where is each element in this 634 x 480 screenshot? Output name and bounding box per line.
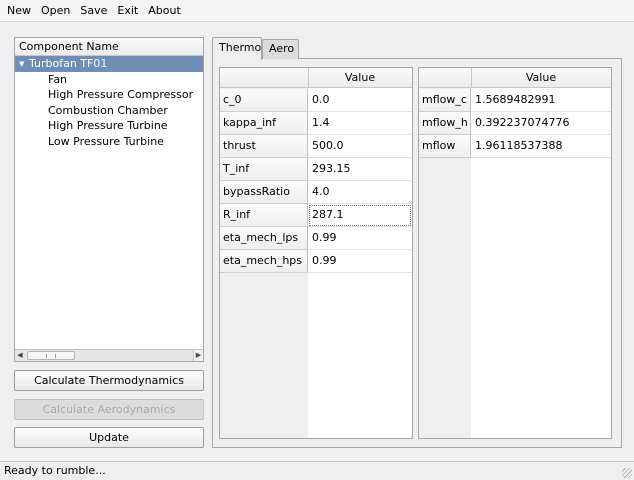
results-table: Value mflow_c 1.5689482991 mflow_h 0.392… <box>418 67 612 439</box>
tree-item-combustion-chamber[interactable]: Combustion Chamber <box>15 103 203 119</box>
row-header[interactable]: mflow_h <box>419 112 471 135</box>
menu-about[interactable]: About <box>148 4 181 17</box>
table-row: thrust 500.0 <box>220 135 412 158</box>
value-cell[interactable]: 1.4 <box>308 112 412 135</box>
tree-item-fan[interactable]: Fan <box>15 72 203 88</box>
menu-open[interactable]: Open <box>41 4 70 17</box>
row-header[interactable]: eta_mech_hps <box>220 250 308 273</box>
value-column-header[interactable]: Value <box>471 68 611 88</box>
calculate-aerodynamics-button: Calculate Aerodynamics <box>14 399 204 420</box>
table-row: kappa_inf 1.4 <box>220 112 412 135</box>
row-header[interactable]: T_inf <box>220 158 308 181</box>
value-cell[interactable]: 1.96118537388 <box>471 135 611 158</box>
status-bar: Ready to rumble... <box>0 461 634 480</box>
table-header: Value <box>419 68 611 88</box>
row-header[interactable]: kappa_inf <box>220 112 308 135</box>
value-cell[interactable]: 0.99 <box>308 227 412 250</box>
table-row: c_0 0.0 <box>220 89 412 112</box>
value-cell[interactable]: 0.392237074776 <box>471 112 611 135</box>
row-header[interactable]: eta_mech_lps <box>220 227 308 250</box>
table-row: eta_mech_lps 0.99 <box>220 227 412 250</box>
tree-item-hp-compressor[interactable]: High Pressure Compressor <box>15 87 203 103</box>
value-cell[interactable]: 500.0 <box>308 135 412 158</box>
value-cell[interactable]: 293.15 <box>308 158 412 181</box>
update-button[interactable]: Update <box>14 427 204 448</box>
table-row: mflow 1.96118537388 <box>419 135 611 158</box>
table-header: Value <box>220 68 412 88</box>
tree-item-label: Turbofan TF01 <box>29 57 108 70</box>
table-row: mflow_h 0.392237074776 <box>419 112 611 135</box>
menu-new[interactable]: New <box>7 4 31 17</box>
value-cell[interactable]: 0.99 <box>308 250 412 273</box>
row-header[interactable]: c_0 <box>220 89 308 112</box>
row-header[interactable]: mflow_c <box>419 89 471 112</box>
tree-horizontal-scrollbar[interactable]: ◀ ▶ <box>15 349 203 361</box>
row-header[interactable]: R_inf <box>220 204 308 227</box>
table-row: bypassRatio 4.0 <box>220 181 412 204</box>
value-cell[interactable]: 287.1 <box>308 204 412 227</box>
menu-save[interactable]: Save <box>80 4 107 17</box>
status-text: Ready to rumble... <box>4 464 106 477</box>
scrollbar-thumb[interactable] <box>27 351 75 360</box>
value-cell[interactable]: 4.0 <box>308 181 412 204</box>
tree-header-component-name[interactable]: Component Name <box>15 38 203 56</box>
row-header[interactable]: mflow <box>419 135 471 158</box>
value-column-header[interactable]: Value <box>308 68 412 88</box>
calculate-thermodynamics-button[interactable]: Calculate Thermodynamics <box>14 370 204 391</box>
row-header[interactable]: thrust <box>220 135 308 158</box>
inputs-table: Value c_0 0.0 kappa_inf 1.4 thrust 500.0… <box>219 67 413 439</box>
expand-arrow-icon[interactable]: ▼ <box>19 57 29 73</box>
tab-aero[interactable]: Aero <box>262 39 299 59</box>
scroll-left-icon[interactable]: ◀ <box>15 350 25 361</box>
scroll-right-icon[interactable]: ▶ <box>193 350 203 361</box>
resize-grip-icon[interactable] <box>622 468 632 478</box>
tab-thermo[interactable]: Thermo <box>212 37 262 60</box>
value-cell[interactable]: 0.0 <box>308 89 412 112</box>
value-cell[interactable]: 1.5689482991 <box>471 89 611 112</box>
menubar: New Open Save Exit About <box>0 0 634 22</box>
tree-item-root[interactable]: ▼ Turbofan TF01 <box>15 56 203 72</box>
tree-item-lp-turbine[interactable]: Low Pressure Turbine <box>15 134 203 150</box>
menu-exit[interactable]: Exit <box>117 4 138 17</box>
tree-item-hp-turbine[interactable]: High Pressure Turbine <box>15 118 203 134</box>
table-row: eta_mech_hps 0.99 <box>220 250 412 273</box>
row-header[interactable]: bypassRatio <box>220 181 308 204</box>
table-row: mflow_c 1.5689482991 <box>419 89 611 112</box>
table-row: T_inf 293.15 <box>220 158 412 181</box>
table-row: R_inf 287.1 <box>220 204 412 227</box>
component-tree[interactable]: Component Name ▼ Turbofan TF01 Fan High P… <box>14 37 204 362</box>
